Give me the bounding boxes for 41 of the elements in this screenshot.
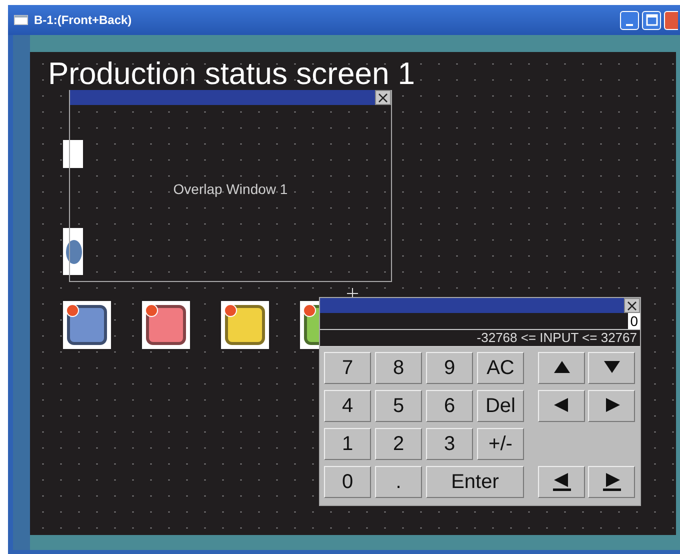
input-value: 0 xyxy=(628,313,640,329)
window-label: Overlap Window 1 xyxy=(173,181,288,199)
lamp xyxy=(63,301,111,349)
key-button[interactable]: 9 xyxy=(426,352,473,384)
cursor-icon xyxy=(347,288,358,299)
key-button[interactable]: 2 xyxy=(375,428,422,460)
arrow-key[interactable] xyxy=(538,352,585,384)
close-button[interactable] xyxy=(375,90,391,105)
maximize-button[interactable] xyxy=(642,10,661,30)
window-title: B-1:(Front+Back) xyxy=(34,13,132,27)
lamp-object xyxy=(63,228,83,275)
arrow-key[interactable] xyxy=(588,390,635,422)
key-button[interactable]: AC xyxy=(477,352,524,384)
key-button[interactable]: 0 xyxy=(324,466,371,498)
arrow-key[interactable] xyxy=(588,466,635,498)
key-button[interactable]: Enter xyxy=(426,466,524,498)
screen-title: Production status screen 1 xyxy=(48,58,416,89)
arrow-key[interactable] xyxy=(538,390,585,422)
arrow-key[interactable] xyxy=(538,466,585,498)
lamp xyxy=(221,301,269,349)
key-button[interactable]: 8 xyxy=(375,352,422,384)
key-button[interactable]: . xyxy=(375,466,422,498)
minimize-icon xyxy=(626,24,633,26)
key-button[interactable]: 4 xyxy=(324,390,371,422)
key-button[interactable]: 7 xyxy=(324,352,371,384)
key-button[interactable]: 3 xyxy=(426,428,473,460)
switch-object xyxy=(63,140,83,168)
window-icon xyxy=(14,15,28,25)
end-arrow-icon xyxy=(552,473,572,491)
end-arrow-icon xyxy=(602,473,622,491)
arrow-key[interactable] xyxy=(588,352,635,384)
key-button[interactable]: 1 xyxy=(324,428,371,460)
key-button[interactable]: 6 xyxy=(426,390,473,422)
maximize-icon xyxy=(646,14,658,26)
minimize-button[interactable] xyxy=(620,10,639,30)
input-range: -32768 <= INPUT <= 32767 xyxy=(476,330,637,345)
key-button[interactable]: Del xyxy=(477,390,524,422)
key-button[interactable]: 5 xyxy=(375,390,422,422)
key-button[interactable]: +/- xyxy=(477,428,524,460)
close-button[interactable] xyxy=(624,298,640,313)
lamp xyxy=(142,301,190,349)
